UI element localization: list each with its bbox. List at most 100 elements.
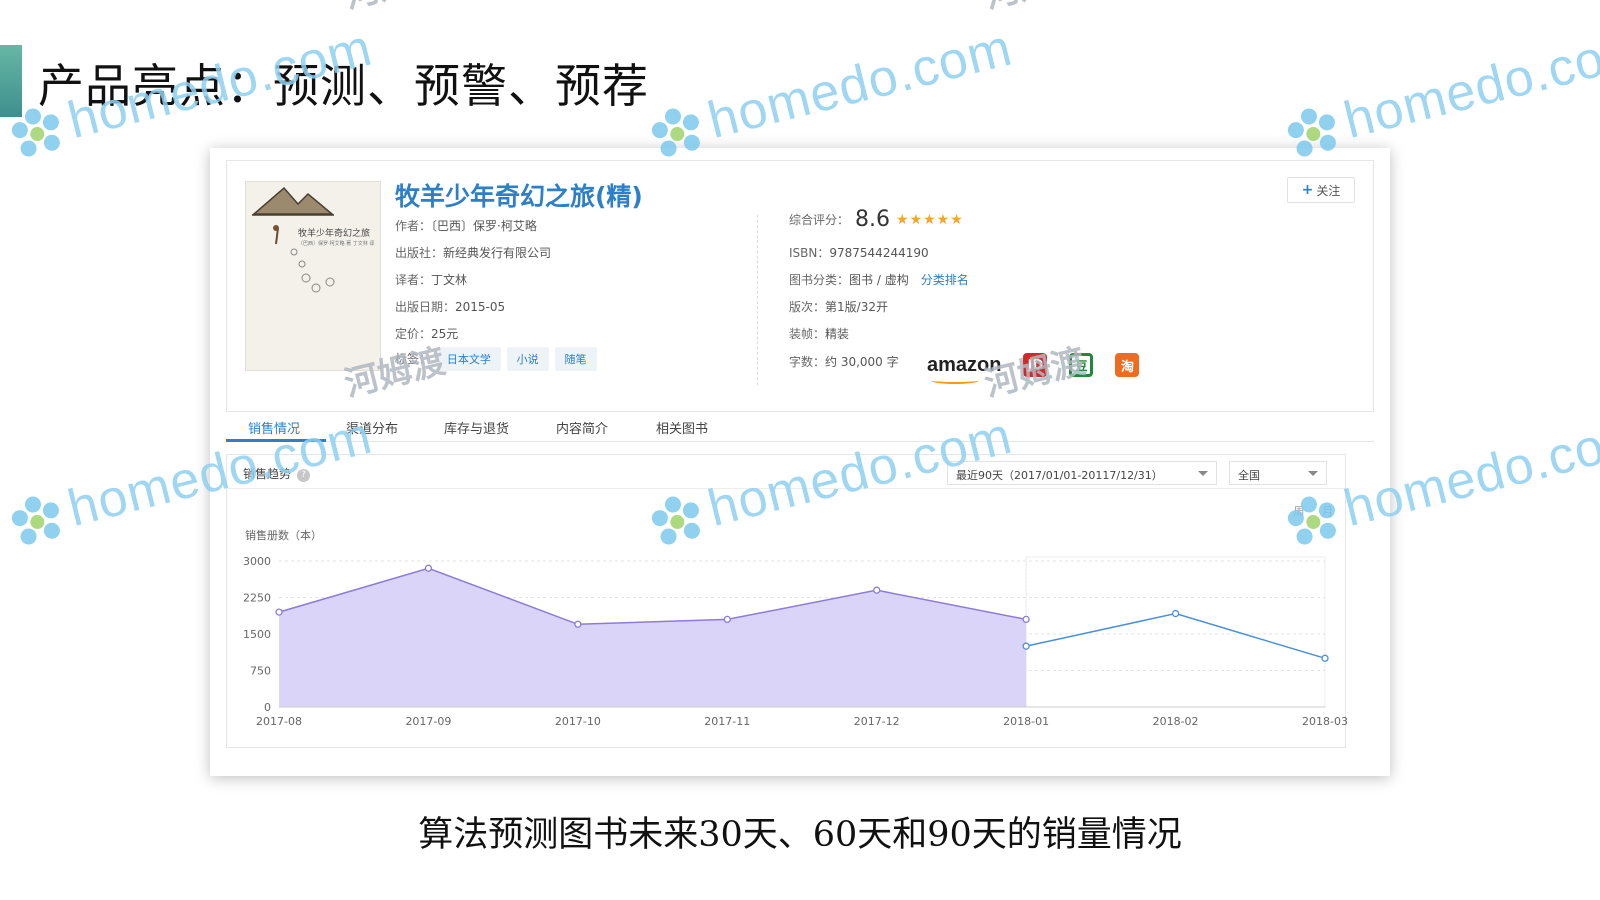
actual-sales-point (574, 620, 582, 628)
forecast-sales-point (1321, 654, 1329, 662)
x-tick-label: 2018-03 (1302, 715, 1347, 728)
x-tick-label: 2017-10 (555, 715, 601, 728)
meta-label: 版次： (789, 300, 826, 314)
flower-logo-icon (11, 496, 60, 545)
tab-inventory-returns[interactable]: 库存与退货 (444, 418, 509, 437)
meta-category: 图书分类：图书 / 虚构 分类排名 (789, 271, 969, 288)
meta-value: 第1版/32开 (825, 300, 888, 314)
jd-logo-icon[interactable]: JD (1023, 353, 1048, 377)
actual-sales-point (1022, 615, 1030, 624)
meta-label: 出版社： (395, 246, 444, 260)
meta-rating: 综合评分： 8.6 ★★★★★ (789, 207, 964, 232)
meta-tags: 标签： 日本文学 小说 随笔 (395, 347, 597, 371)
meta-value: 2015-05 (455, 300, 506, 314)
plus-icon: + (1301, 182, 1314, 198)
meta-binding: 装帧：精装 (789, 325, 849, 342)
amazon-logo-icon[interactable]: amazon (927, 353, 1002, 384)
category-rank-link[interactable]: 分类排名 (921, 273, 969, 287)
y-tick-label: 2250 (243, 592, 271, 605)
meta-value: 图书 / 虚构 (849, 273, 909, 287)
actual-sales-point (873, 586, 881, 594)
x-tick-label: 2017-11 (704, 715, 750, 728)
amazon-smile-icon (931, 377, 979, 384)
column-divider (757, 215, 758, 385)
x-tick-label: 2018-01 (1003, 715, 1049, 728)
rating-label: 综合评分： (789, 213, 850, 227)
watermark-cn: 河姆渡 (339, 0, 450, 18)
meta-value: 9787544244190 (829, 246, 929, 260)
meta-label: 出版日期： (395, 300, 456, 314)
watermark-cn: 河姆渡 (979, 0, 1090, 18)
y-tick-label: 3000 (243, 555, 271, 568)
meta-value: 25元 (431, 327, 459, 341)
book-cover-image: 牧羊少年奇幻之旅 〔巴西〕保罗·柯艾略 著 丁文林 译 (245, 181, 381, 371)
actual-sales-point (424, 564, 433, 572)
y-tick-label: 0 (264, 701, 271, 714)
meta-label: 定价： (395, 327, 432, 341)
meta-edition: 版次：第1版/32开 (789, 298, 888, 315)
slide-title: 产品亮点：预测、预警、预荐 (38, 59, 649, 113)
book-detail-screenshot: 牧羊少年奇幻之旅 〔巴西〕保罗·柯艾略 著 丁文林 译 牧羊少年奇幻之旅(精) … (210, 148, 1390, 776)
store-links: amazon JD 豆 淘 (927, 353, 1161, 384)
forecast-region (1025, 556, 1326, 708)
x-tick-label: 2017-08 (256, 715, 302, 728)
x-tick-label: 2017-12 (854, 715, 900, 728)
y-tick-label: 750 (250, 665, 271, 678)
slide-caption: 算法预测图书未来30天、60天和90天的销量情况 (418, 815, 1182, 855)
meta-isbn: ISBN：9787544244190 (789, 244, 929, 261)
rating-score: 8.6 (855, 207, 891, 232)
meta-label: 装帧： (789, 327, 826, 341)
meta-value: 〔巴西〕保罗·柯艾略 (431, 219, 537, 233)
word-count-value: 约 30,000 字 (825, 355, 899, 369)
forecast-sales-point (1022, 642, 1030, 650)
x-tick-label: 2017-09 (405, 715, 451, 728)
x-tick-label: 2018-02 (1153, 715, 1199, 728)
tag-pill[interactable]: 随笔 (554, 347, 597, 371)
tag-pill[interactable]: 小说 (506, 347, 549, 371)
meta-label: 图书分类： (789, 273, 850, 287)
book-info-panel: 牧羊少年奇幻之旅 〔巴西〕保罗·柯艾略 著 丁文林 译 牧羊少年奇幻之旅(精) … (226, 160, 1374, 412)
meta-publisher: 出版社：新经典发行有限公司 (395, 244, 551, 261)
sales-chart: 销售册数（本） 0 750 1500 2250 3000 2017-08 2017-09 201… (243, 528, 1347, 728)
follow-button[interactable]: + 关注 (1287, 177, 1355, 203)
word-count-label: 字数： (789, 355, 826, 369)
meta-price: 定价：25元 (395, 325, 458, 342)
tags-label: 标签： (395, 352, 432, 366)
meta-label: ISBN： (789, 246, 830, 260)
title-accent-bar (0, 45, 22, 117)
meta-translator: 译者：丁文林 (395, 271, 467, 288)
sales-trend-panel: 销售趋势? 最近90天（2017/01/01-20117/12/31） 全国 周… (226, 454, 1347, 748)
tab-related-books[interactable]: 相关图书 (656, 418, 708, 437)
forecast-sales-line (1025, 612, 1326, 660)
actual-sales-point (723, 615, 731, 624)
y-tick-label: 1500 (243, 628, 271, 641)
douban-logo-icon[interactable]: 豆 (1069, 353, 1094, 377)
detail-tabs: 销售情况 渠道分布 库存与退货 内容简介 相关图书 (226, 406, 1374, 442)
meta-value: 丁文林 (431, 273, 468, 287)
amazon-logo-text: amazon (927, 353, 1002, 376)
meta-publish-date: 出版日期：2015-05 (395, 298, 505, 315)
meta-label: 作者： (395, 219, 432, 233)
actual-sales-area (279, 568, 1027, 707)
cover-subtitle: 〔巴西〕保罗·柯艾略 著 丁文林 译 (298, 241, 375, 247)
meta-label: 译者： (395, 273, 432, 287)
taobao-logo-icon[interactable]: 淘 (1115, 353, 1140, 377)
watermark-text: homedo.com (702, 18, 1018, 151)
rating-stars-icon: ★★★★★ (896, 212, 964, 228)
meta-word-count: 字数：约 30,000 字 (789, 353, 899, 370)
active-tab-indicator (226, 439, 326, 442)
actual-sales-point (275, 608, 283, 616)
tag-pill[interactable]: 日本文学 (436, 347, 501, 371)
forecast-sales-point (1171, 609, 1180, 618)
tab-summary[interactable]: 内容简介 (556, 418, 608, 437)
meta-value: 精装 (825, 327, 850, 341)
watermark-text: homedo.com (1338, 18, 1600, 151)
tab-sales[interactable]: 销售情况 (248, 418, 300, 437)
cover-illustration (251, 186, 335, 293)
meta-value: 新经典发行有限公司 (443, 246, 552, 260)
y-axis-label: 销售册数（本） (245, 528, 322, 542)
meta-author: 作者：〔巴西〕保罗·柯艾略 (395, 217, 537, 234)
book-title[interactable]: 牧羊少年奇幻之旅(精) (395, 177, 643, 213)
cover-title: 牧羊少年奇幻之旅 (298, 229, 371, 239)
tab-channels[interactable]: 渠道分布 (346, 418, 398, 437)
